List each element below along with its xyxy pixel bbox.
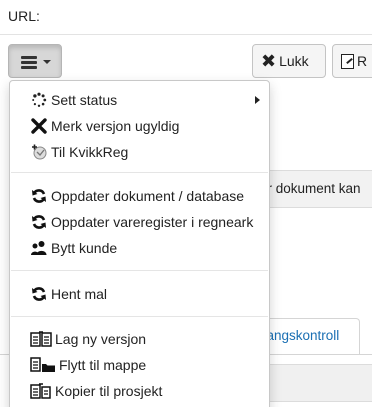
menu-item-sett-status[interactable]: Sett status [10, 88, 269, 112]
close-button[interactable]: ✖ Lukk [252, 44, 326, 78]
menu-item-lag-ny-versjon[interactable]: Lag ny versjon [10, 327, 269, 351]
caret-down-icon [43, 60, 51, 64]
url-label: URL: [8, 8, 40, 24]
menu-divider [11, 270, 268, 271]
tab-label: gangskontroll [259, 328, 340, 343]
kvikkreg-icon [30, 143, 48, 161]
menu-item-oppdater-vareregister[interactable]: Oppdater vareregister i regneark [10, 210, 269, 234]
menu-item-bytt-kunde[interactable]: Bytt kunde [10, 236, 269, 260]
menu-item-flytt-til-mappe[interactable]: Flytt til mappe [10, 353, 269, 377]
edit-button-label: R [357, 53, 368, 69]
header-divider [0, 34, 372, 35]
submenu-arrow-icon [255, 96, 260, 104]
menu-toggle-button[interactable] [8, 44, 62, 78]
x-mark-icon [30, 117, 48, 135]
menu-item-label: Sett status [51, 92, 118, 108]
menu-item-oppdater-dokument[interactable]: Oppdater dokument / database [10, 184, 269, 208]
close-icon: ✖ [261, 51, 277, 71]
menu-item-label: Oppdater dokument / database [51, 188, 245, 204]
menu-item-label: Bytt kunde [51, 240, 118, 256]
menu-item-hent-mal[interactable]: Hent mal [10, 282, 269, 306]
refresh-icon [30, 213, 48, 231]
doc-copy-icon [30, 382, 52, 400]
hamburger-icon [21, 56, 37, 69]
menu-divider [11, 316, 268, 317]
doc-folder-icon [30, 356, 56, 374]
edit-button[interactable]: R [332, 44, 372, 78]
page: URL: ✖ Lukk R år dokument kan gangskontr… [0, 0, 372, 407]
edit-document-icon [341, 53, 354, 69]
close-button-label: Lukk [279, 53, 309, 69]
spinner-icon [30, 91, 48, 109]
menu-item-merk-versjon-ugyldig[interactable]: Merk versjon ugyldig [10, 114, 269, 138]
info-bar-text: år dokument kan [260, 181, 361, 196]
menu-item-label: Til KvikkReg [51, 144, 129, 160]
doc-copy-icon [30, 330, 52, 348]
refresh-icon [30, 187, 48, 205]
menu-item-label: Oppdater vareregister i regneark [51, 214, 254, 230]
menu-item-label: Flytt til mappe [59, 357, 147, 373]
menu-item-label: Kopier til prosjekt [55, 383, 163, 399]
menu-item-label: Hent mal [51, 286, 108, 302]
menu-item-til-kvikkreg[interactable]: Til KvikkReg [10, 140, 269, 164]
menu-divider [11, 172, 268, 173]
menu-item-kopier-til-prosjekt[interactable]: Kopier til prosjekt [10, 379, 269, 403]
actions-dropdown-menu: Sett status Merk versjon ugyldig Til Kvi… [9, 80, 270, 407]
menu-item-label: Merk versjon ugyldig [51, 118, 180, 134]
refresh-icon [30, 285, 48, 303]
menu-item-label: Lag ny versjon [55, 331, 147, 347]
users-icon [30, 239, 48, 257]
